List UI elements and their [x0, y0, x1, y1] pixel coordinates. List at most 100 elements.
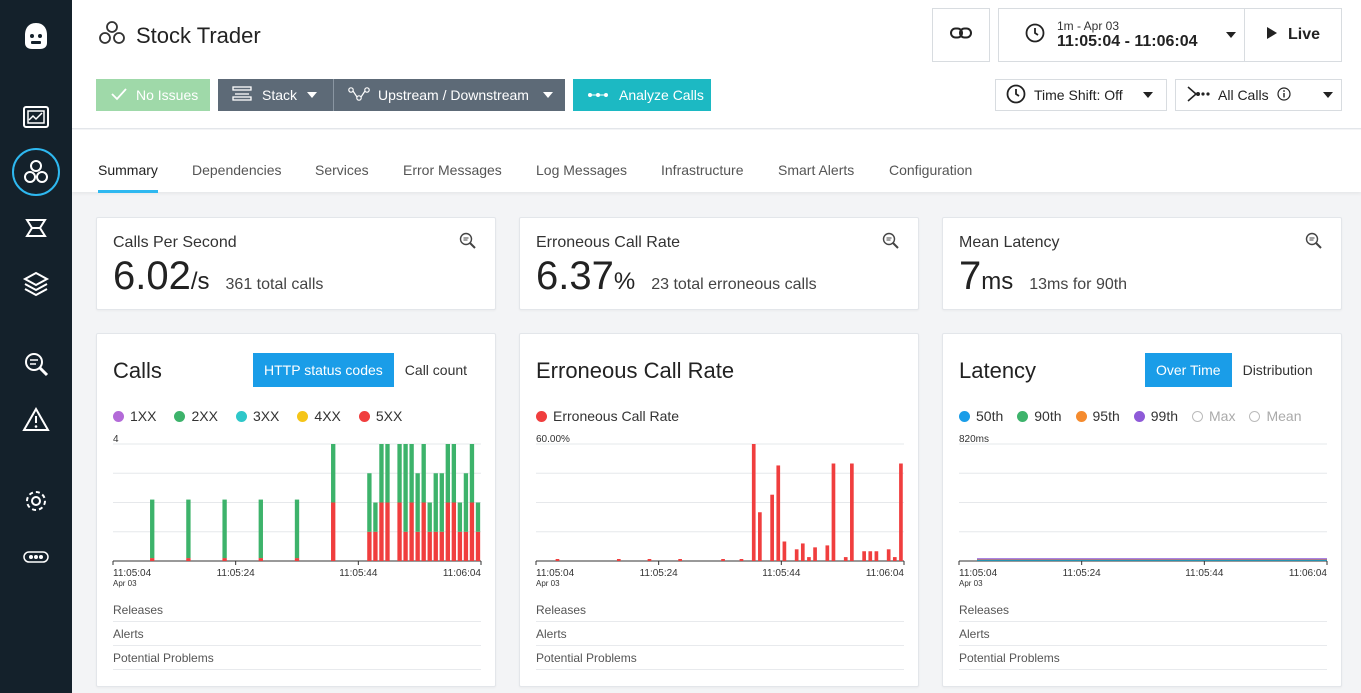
bar-5xx	[367, 531, 372, 561]
bar-5xx	[475, 531, 481, 561]
alerts-row[interactable]: Alerts	[536, 622, 904, 646]
error-rate-bar	[751, 444, 756, 561]
potential-problems-row[interactable]: Potential Problems	[959, 646, 1327, 670]
call-count-button[interactable]: Call count	[394, 353, 478, 387]
stack-button[interactable]: Stack	[218, 79, 333, 111]
legend-item[interactable]: 4XX	[297, 408, 341, 424]
tab-services[interactable]: Services	[315, 162, 369, 178]
infrastructure-icon[interactable]	[0, 208, 72, 248]
time-range-picker[interactable]: 1m - Apr 03 11:05:04 - 11:06:04	[998, 8, 1246, 62]
x-tick-label: 11:05:24	[217, 568, 256, 579]
over-time-button[interactable]: Over Time	[1145, 353, 1232, 387]
tab-smart-alerts[interactable]: Smart Alerts	[778, 162, 854, 178]
legend-item[interactable]: 3XX	[235, 408, 279, 424]
live-button[interactable]: Live	[1244, 8, 1342, 62]
legend-item[interactable]: 99th	[1133, 408, 1178, 424]
legend-item[interactable]: Max	[1192, 408, 1235, 424]
distribution-button[interactable]: Distribution	[1232, 353, 1324, 387]
call-filter-dropdown[interactable]: All Calls	[1175, 79, 1342, 111]
all-calls-label: All Calls	[1218, 87, 1269, 103]
bar-5xx	[373, 531, 378, 561]
legend-item[interactable]: Erroneous Call Rate	[536, 408, 679, 424]
zoom-icon[interactable]	[882, 232, 900, 255]
legend-label: 95th	[1092, 408, 1120, 424]
calls-chart[interactable]: 4 11:05:04 11:05:24 11:05:44 11:06:04 Apr 03	[97, 430, 497, 590]
topology-icon	[348, 86, 370, 105]
y-axis-max-label: 820ms	[959, 434, 989, 445]
releases-row[interactable]: Releases	[959, 598, 1327, 622]
bar-5xx	[385, 502, 390, 561]
legend-label: 1XX	[130, 408, 157, 424]
legend-item[interactable]: 90th	[1017, 408, 1062, 424]
alerts-icon[interactable]	[0, 400, 72, 440]
error-rate-bar	[831, 463, 836, 561]
clock-icon	[1025, 23, 1045, 48]
chevron-down-icon	[542, 92, 553, 98]
dashboard-icon[interactable]	[0, 97, 72, 137]
legend-item[interactable]: 2XX	[174, 408, 218, 424]
bar-2xx	[373, 502, 378, 532]
bar-5xx	[439, 531, 444, 561]
bar-5xx	[433, 531, 438, 561]
info-icon[interactable]	[1276, 86, 1291, 104]
upstream-downstream-button[interactable]: Upstream / Downstream	[333, 79, 565, 111]
legend-item[interactable]: Mean	[1249, 408, 1301, 424]
legend-item[interactable]: 50th	[959, 408, 1003, 424]
tab-dependencies[interactable]: Dependencies	[192, 162, 282, 178]
check-icon	[110, 87, 128, 104]
analyze-calls-button[interactable]: Analyze Calls	[573, 79, 711, 111]
no-issues-button[interactable]: No Issues	[96, 79, 210, 111]
releases-row[interactable]: Releases	[536, 598, 904, 622]
x-tick-label: 11:05:24	[640, 568, 679, 579]
share-link-button[interactable]	[932, 8, 990, 62]
metric-number: 7	[959, 254, 982, 298]
applications-icon[interactable]	[0, 152, 72, 192]
tab-infrastructure[interactable]: Infrastructure	[661, 162, 743, 178]
error-rate-chart[interactable]: 60.00% 11:05:04 11:05:24 11:05:44 11:06:04 A…	[520, 430, 920, 590]
releases-row[interactable]: Releases	[113, 598, 481, 622]
play-icon	[1266, 26, 1278, 45]
analytics-icon[interactable]	[0, 344, 72, 384]
x-tick-label: 11:06:04	[1289, 568, 1328, 579]
legend-item[interactable]: 95th	[1075, 408, 1120, 424]
time-shift-dropdown[interactable]: Time Shift: Off	[995, 79, 1167, 111]
chart-legend: 50th 90th 95th 99th Max Mean	[959, 408, 1301, 424]
tab-summary[interactable]: Summary	[98, 162, 158, 178]
error-rate-bar	[825, 545, 830, 561]
potential-problems-row[interactable]: Potential Problems	[113, 646, 481, 670]
calls-chart-card: Calls HTTP status codes Call count 1XX 2…	[96, 333, 496, 687]
error-rate-bar	[886, 549, 891, 561]
chart-title: Latency	[959, 358, 1037, 383]
calls-filter-icon	[1186, 85, 1210, 106]
y-axis-max-label: 60.00%	[536, 434, 570, 445]
legend-item[interactable]: 5XX	[358, 408, 402, 424]
analyze-icon	[587, 87, 609, 103]
http-status-codes-button[interactable]: HTTP status codes	[253, 353, 394, 387]
settings-icon[interactable]	[0, 481, 72, 521]
zoom-icon[interactable]	[1305, 232, 1323, 255]
bar-5xx	[415, 531, 420, 561]
alerts-row[interactable]: Alerts	[113, 622, 481, 646]
platforms-icon[interactable]	[0, 264, 72, 304]
live-label: Live	[1287, 26, 1320, 43]
more-icon[interactable]	[0, 537, 72, 577]
zoom-icon[interactable]	[459, 232, 477, 255]
latency-chart[interactable]: 820ms 11:05:04 11:05:24 11:05:44 11:06:04 Ap…	[943, 430, 1343, 590]
x-tick-label: 11:05:44	[1185, 568, 1224, 579]
legend-label: Mean	[1266, 408, 1302, 424]
bar-5xx	[421, 502, 426, 561]
metric-subtext: 361 total calls	[225, 276, 324, 293]
alerts-row[interactable]: Alerts	[959, 622, 1327, 646]
logo-icon[interactable]	[0, 16, 72, 56]
tab-configuration[interactable]: Configuration	[889, 162, 972, 178]
error-rate-bar	[850, 463, 854, 561]
time-shift-label: Time Shift: Off	[1034, 87, 1123, 103]
error-rate-chart-card: Erroneous Call Rate Erroneous Call Rate …	[519, 333, 919, 687]
tab-error-messages[interactable]: Error Messages	[403, 162, 502, 178]
potential-problems-row[interactable]: Potential Problems	[536, 646, 904, 670]
bar-5xx	[457, 531, 463, 561]
tab-log-messages[interactable]: Log Messages	[536, 162, 627, 178]
bar-2xx	[367, 473, 372, 532]
legend-item[interactable]: 1XX	[113, 408, 156, 424]
metric-value: 7 ms 13ms for 90th	[959, 254, 1127, 299]
